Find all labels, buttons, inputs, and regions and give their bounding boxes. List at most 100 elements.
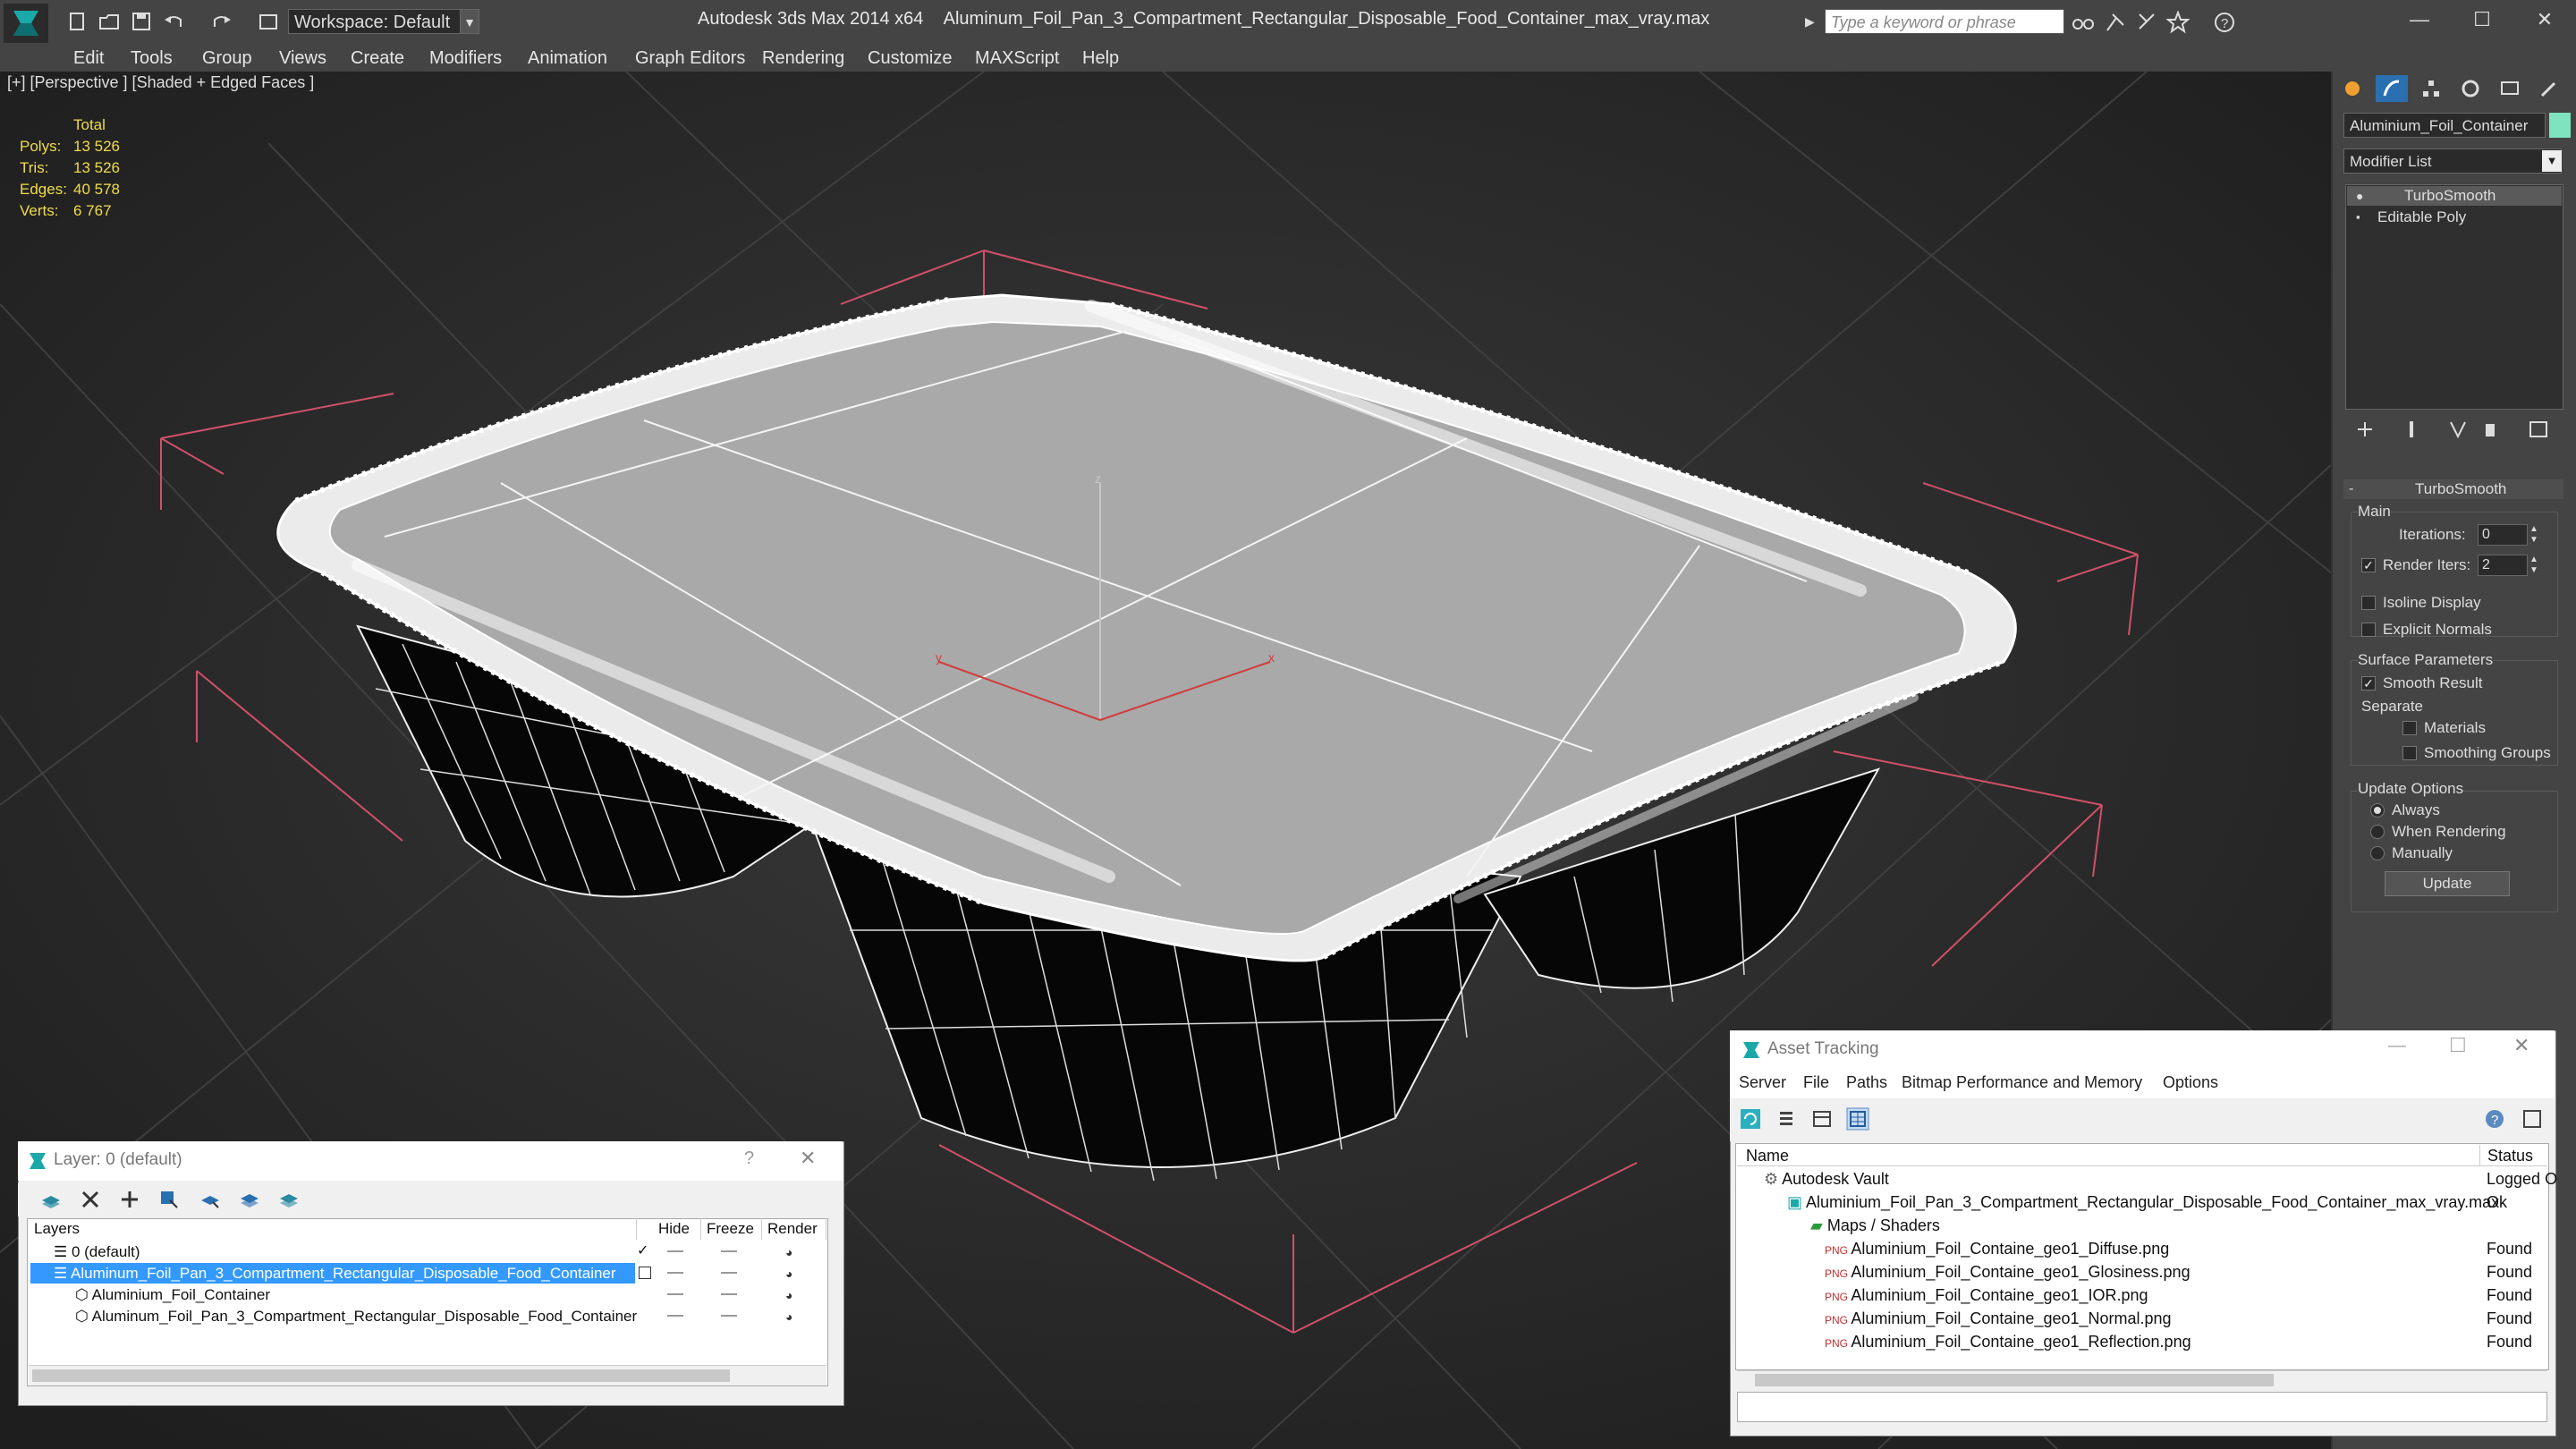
- layer-object-row[interactable]: ⬡ Aluminum_Foil_Pan_3_Compartment_Rectan…: [75, 1306, 637, 1326]
- column-header-name[interactable]: Name: [1737, 1145, 2479, 1166]
- current-layer-toggle[interactable]: [639, 1267, 651, 1279]
- asset-horizontal-scrollbar[interactable]: [1737, 1370, 2547, 1389]
- freeze-all-layers-icon[interactable]: [277, 1188, 301, 1211]
- materials-checkbox[interactable]: [2402, 721, 2417, 735]
- refresh-icon[interactable]: [1739, 1107, 1762, 1131]
- menu-group[interactable]: Group: [202, 45, 252, 72]
- menu-maxscript[interactable]: MAXScript: [975, 45, 1059, 72]
- redo-icon[interactable]: [211, 11, 233, 32]
- binoculars-icon[interactable]: [2072, 11, 2095, 34]
- viewport-label-menu[interactable]: [+] [Perspective ] [Shaded + Edged Faces…: [7, 73, 314, 92]
- app-logo-button[interactable]: [4, 4, 48, 43]
- render-teapot-icon[interactable]: ◕: [785, 1309, 792, 1324]
- menu-tools[interactable]: Tools: [131, 45, 173, 72]
- menu-create[interactable]: Create: [351, 45, 404, 72]
- asset-row[interactable]: PNG Aluminium_Foil_Containe_geo1_Glosine…: [1825, 1261, 2190, 1284]
- pin-stack-icon[interactable]: [2354, 419, 2376, 440]
- minimize-window-button[interactable]: —: [2388, 0, 2451, 39]
- close-icon[interactable]: ✕: [2513, 1034, 2529, 1057]
- object-color-swatch[interactable]: [2549, 113, 2571, 138]
- current-layer-checkmark-icon[interactable]: ✓: [637, 1241, 648, 1259]
- help-icon[interactable]: ?: [2213, 11, 2236, 34]
- column-header-hide[interactable]: Hide: [653, 1218, 701, 1240]
- menu-modifiers[interactable]: Modifiers: [429, 45, 502, 72]
- asset-row[interactable]: ⚙ Autodesk Vault: [1764, 1168, 1889, 1191]
- menu-graph-editors[interactable]: Graph Editors: [635, 45, 745, 72]
- list-view-icon[interactable]: [1775, 1107, 1798, 1131]
- search-expand-icon[interactable]: ▶: [1805, 11, 1819, 32]
- column-header-freeze[interactable]: Freeze: [701, 1218, 762, 1240]
- new-file-icon[interactable]: [66, 11, 88, 32]
- update-button[interactable]: Update: [2385, 871, 2510, 896]
- table-view-icon[interactable]: [1846, 1107, 1869, 1131]
- delete-layer-icon[interactable]: [79, 1188, 102, 1211]
- remove-modifier-icon[interactable]: [2479, 419, 2501, 440]
- iterations-spinner[interactable]: 0: [2478, 524, 2528, 546]
- maximize-icon[interactable]: ☐: [2449, 1034, 2467, 1057]
- asset-menu-paths[interactable]: Paths: [1846, 1073, 1887, 1092]
- scrollbar-thumb[interactable]: [32, 1369, 730, 1382]
- highlight-selected-layer-icon[interactable]: [199, 1188, 222, 1211]
- menu-views[interactable]: Views: [279, 45, 326, 72]
- freeze-toggle[interactable]: [721, 1293, 737, 1295]
- hide-toggle[interactable]: [667, 1315, 683, 1317]
- asset-path-field[interactable]: [1737, 1392, 2547, 1422]
- column-header-render[interactable]: Render: [762, 1218, 826, 1240]
- layer-dialog-help-button[interactable]: ?: [744, 1148, 754, 1169]
- spinner-arrows-icon[interactable]: ▲ ▼: [2529, 555, 2540, 576]
- object-name-field[interactable]: Aluminium_Foil_Container: [2343, 113, 2546, 138]
- update-when-rendering-radio[interactable]: [2370, 825, 2385, 839]
- hide-all-layers-icon[interactable]: [238, 1188, 261, 1211]
- add-to-layer-icon[interactable]: [118, 1188, 141, 1211]
- layer-row-selected[interactable]: ☰ Aluminum_Foil_Pan_3_Compartment_Rectan…: [54, 1263, 616, 1284]
- undo-icon[interactable]: [163, 11, 184, 32]
- light-bulb-icon[interactable]: ●: [2356, 186, 2363, 206]
- modifier-list-dropdown[interactable]: Modifier List: [2343, 148, 2562, 174]
- asset-menu-bitmap-performance[interactable]: Bitmap Performance and Memory: [1902, 1073, 2142, 1092]
- minimize-icon[interactable]: —: [2388, 1036, 2406, 1056]
- update-manually-radio[interactable]: [2370, 846, 2385, 860]
- render-teapot-icon[interactable]: ◕: [785, 1245, 792, 1259]
- layer-object-row[interactable]: ⬡ Aluminium_Foil_Container: [75, 1284, 270, 1305]
- render-iters-checkbox[interactable]: ✓: [2361, 558, 2376, 572]
- scrollbar-thumb[interactable]: [1755, 1374, 2274, 1386]
- menu-edit[interactable]: Edit: [73, 45, 104, 72]
- asset-row[interactable]: PNG Aluminium_Foil_Containe_geo1_IOR.png: [1825, 1284, 2148, 1307]
- hide-toggle[interactable]: [667, 1272, 683, 1274]
- close-icon[interactable]: ✕: [800, 1147, 816, 1170]
- asset-menu-options[interactable]: Options: [2163, 1073, 2218, 1092]
- freeze-toggle[interactable]: [721, 1250, 737, 1252]
- tree-view-icon[interactable]: [1810, 1107, 1834, 1131]
- hide-toggle[interactable]: [667, 1293, 683, 1295]
- asset-menu-file[interactable]: File: [1803, 1073, 1829, 1092]
- layer-horizontal-scrollbar[interactable]: [29, 1365, 826, 1385]
- menu-help[interactable]: Help: [1082, 45, 1119, 72]
- utilities-tab-icon[interactable]: [2533, 75, 2565, 102]
- freeze-toggle[interactable]: [721, 1272, 737, 1274]
- make-unique-icon[interactable]: [2447, 419, 2469, 440]
- motion-tab-icon[interactable]: [2454, 75, 2487, 102]
- favorites-star-icon[interactable]: [2166, 11, 2190, 34]
- configure-modifier-sets-icon[interactable]: [2528, 419, 2549, 440]
- render-teapot-icon[interactable]: ◕: [785, 1288, 792, 1302]
- smoothing-groups-checkbox[interactable]: [2402, 746, 2417, 760]
- workspace-dropdown[interactable]: Workspace: Default: [288, 9, 476, 34]
- turbosmooth-rollout-header[interactable]: - TurboSmooth: [2343, 479, 2563, 499]
- maximize-window-button[interactable]: ☐: [2451, 0, 2513, 39]
- explicit-normals-checkbox[interactable]: [2361, 623, 2376, 637]
- asset-row[interactable]: PNG Aluminium_Foil_Containe_geo1_Reflect…: [1825, 1331, 2191, 1353]
- save-file-icon[interactable]: [131, 11, 152, 32]
- subscription-icon[interactable]: [2136, 11, 2159, 34]
- vault-login-icon[interactable]: [2521, 1107, 2544, 1131]
- asset-row[interactable]: ▰ Maps / Shaders: [1810, 1215, 1940, 1237]
- menu-animation[interactable]: Animation: [528, 45, 607, 72]
- menu-customize[interactable]: Customize: [868, 45, 952, 72]
- create-tab-icon[interactable]: [2336, 75, 2368, 102]
- show-end-result-icon[interactable]: [2401, 419, 2422, 440]
- chevron-down-icon[interactable]: ▼: [460, 9, 479, 34]
- render-teapot-icon[interactable]: ◕: [785, 1267, 792, 1281]
- asset-row[interactable]: PNG Aluminium_Foil_Containe_geo1_Diffuse…: [1825, 1238, 2169, 1260]
- close-window-button[interactable]: ✕: [2513, 0, 2576, 39]
- menu-rendering[interactable]: Rendering: [762, 45, 844, 72]
- stack-item-turbosmooth[interactable]: ● TurboSmooth: [2347, 186, 2562, 206]
